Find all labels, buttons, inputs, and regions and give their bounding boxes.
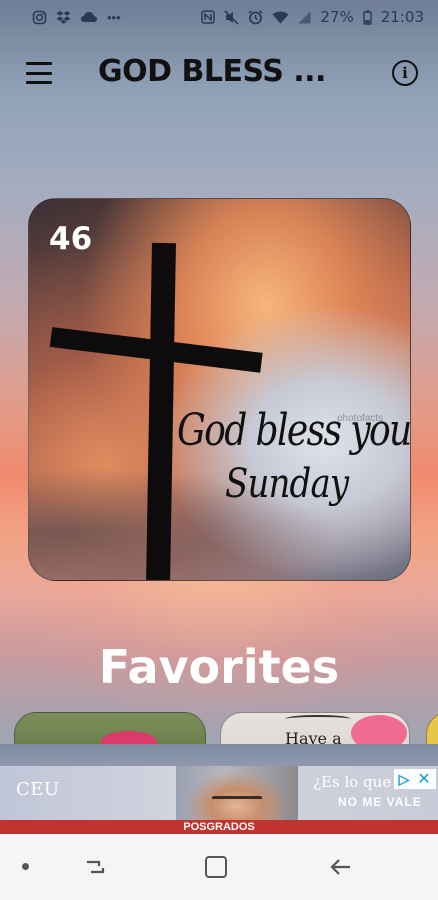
hamburger-menu-icon[interactable]: [26, 62, 52, 84]
home-icon[interactable]: [205, 856, 227, 878]
ad-photo: [176, 766, 298, 820]
card-script-line-2: Sunday: [225, 461, 349, 507]
dropbox-icon: [56, 11, 71, 24]
instagram-icon: [32, 10, 47, 24]
favorite-item[interactable]: Have a: [220, 712, 410, 746]
mute-icon: [224, 9, 239, 25]
ad-photo-face: [212, 796, 262, 800]
card-script-line-1: God bless you: [177, 405, 411, 456]
recent-apps-icon[interactable]: [84, 856, 106, 878]
more-dots-icon: •••: [107, 9, 121, 25]
nfc-icon: [201, 10, 216, 24]
info-glyph: i: [402, 64, 408, 82]
favorites-heading: Favorites: [98, 640, 340, 694]
menu-line: [26, 71, 52, 75]
battery-icon: [363, 10, 372, 25]
ad-info-icon[interactable]: ▷: [394, 769, 414, 789]
ad-footer[interactable]: POSGRADOS: [0, 820, 438, 834]
favorite-item[interactable]: [14, 712, 206, 746]
favorite-item[interactable]: [426, 712, 438, 746]
dot-icon: [22, 863, 29, 870]
status-time: 21:03: [380, 8, 424, 26]
status-bar: ••• 27% 21:03: [0, 0, 438, 34]
alarm-icon: [248, 9, 263, 24]
status-left-icons: •••: [32, 10, 121, 25]
favorites-divider: [0, 744, 438, 766]
status-right-icons: 27% 21:03: [201, 8, 424, 26]
menu-line: [26, 62, 52, 65]
image-count: 46: [49, 221, 93, 257]
favorites-strip[interactable]: Have a: [0, 712, 438, 746]
system-nav-bar: [0, 834, 438, 900]
ornament-image: [285, 715, 351, 723]
info-icon[interactable]: i: [392, 60, 418, 86]
battery-percent: 27%: [320, 8, 354, 26]
ad-close-icon[interactable]: ✕: [414, 769, 434, 789]
card-clouds: [29, 449, 410, 580]
ad-answer: NO ME VALE: [338, 795, 422, 809]
cloud-icon: [81, 12, 97, 22]
rose-image: [351, 715, 407, 746]
wifi-icon: [272, 11, 289, 23]
ad-banner[interactable]: CEU ¿Es lo que NO ME VALE ▷ ✕: [0, 766, 438, 820]
main-image-card[interactable]: 46 photofacts God bless you Sunday: [28, 198, 411, 581]
menu-line: [26, 81, 52, 84]
ad-question: ¿Es lo que: [313, 773, 392, 791]
page-title: GOD BLESS ...: [98, 54, 326, 89]
back-icon[interactable]: [328, 854, 354, 880]
app-bar: GOD BLESS ... i: [0, 44, 438, 102]
signal-icon: [298, 11, 311, 23]
ad-choices[interactable]: ▷ ✕: [394, 769, 436, 789]
ad-brand: CEU: [16, 779, 60, 800]
